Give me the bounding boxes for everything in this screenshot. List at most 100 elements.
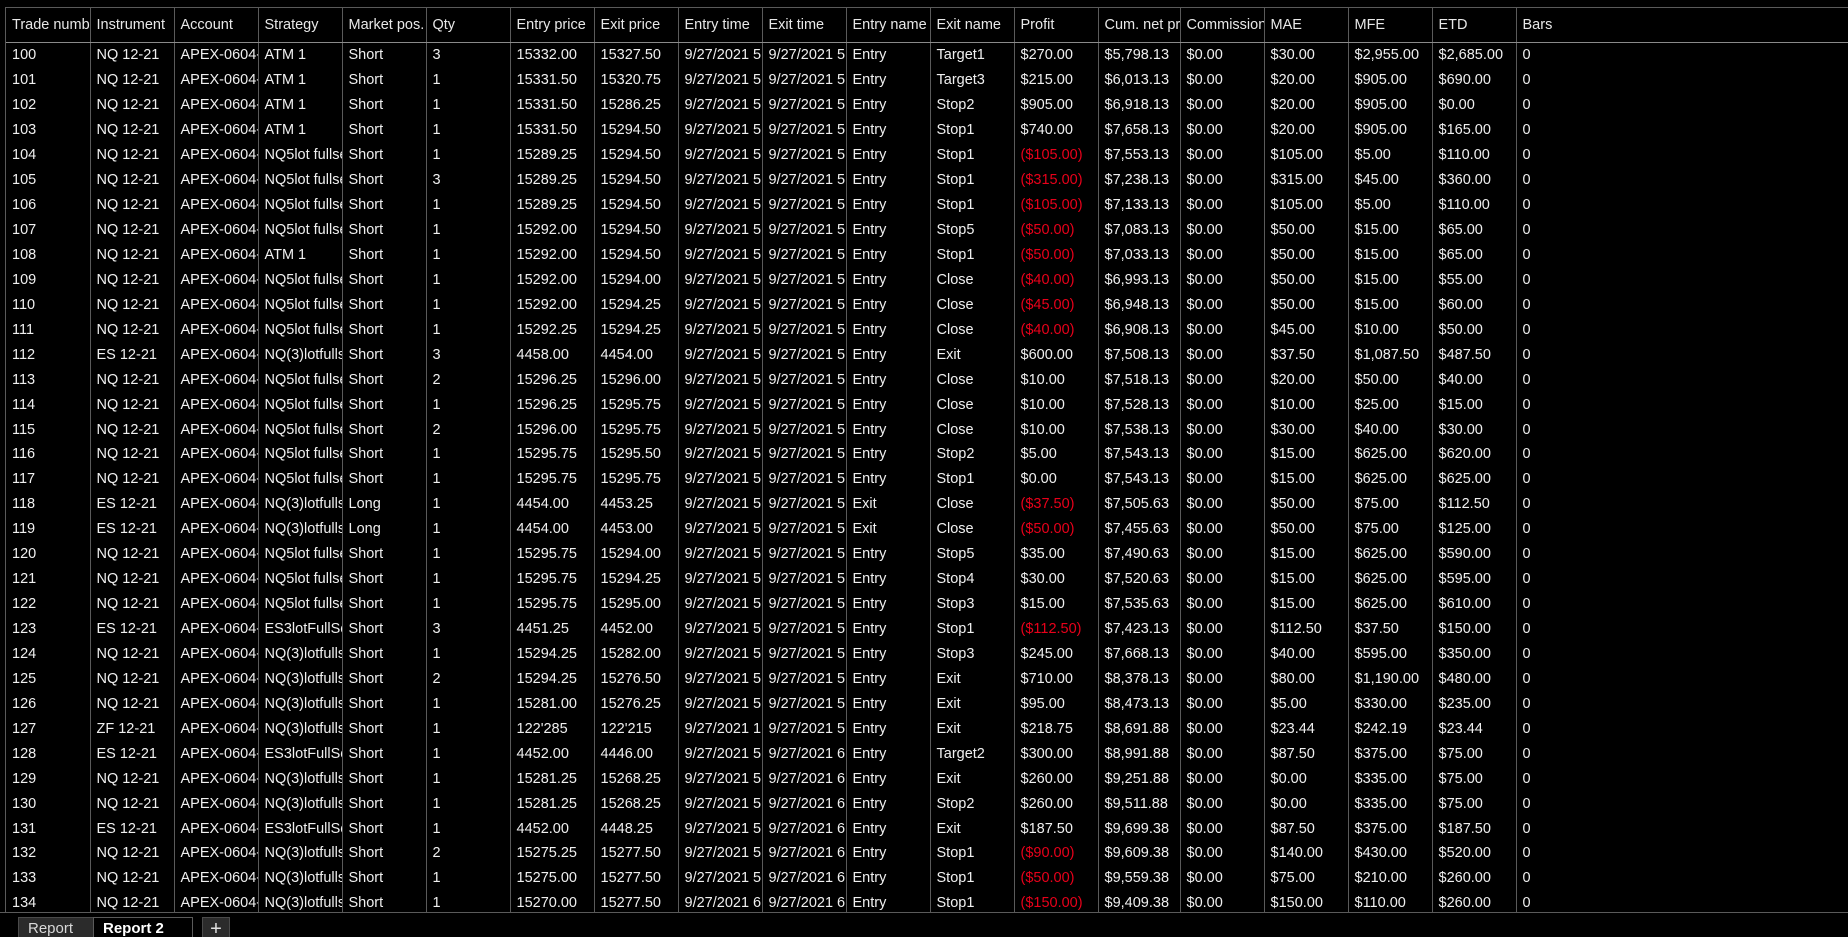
cell-entry-time: 9/27/2021 5:5 xyxy=(678,791,763,817)
cell-profit: ($112.50) xyxy=(1014,616,1099,642)
cell-mae: $87.50 xyxy=(1264,741,1349,767)
table-row[interactable]: 117NQ 12-21APEX-0604-2NQ5lot fullseShort… xyxy=(6,466,1848,492)
cell-position: Short xyxy=(342,192,427,218)
cell-exit-price: 15295.75 xyxy=(594,417,679,442)
table-row[interactable]: 130NQ 12-21APEX-0604-2NQ(3)lotfullsShort… xyxy=(6,791,1848,817)
table-row[interactable]: 123ES 12-21APEX-0604-2ES3lotFullSeShort3… xyxy=(6,616,1848,642)
cell-bars: 0 xyxy=(1516,267,1848,293)
table-row[interactable]: 124NQ 12-21APEX-0604-2NQ(3)lotfullsShort… xyxy=(6,641,1848,667)
table-row[interactable]: 103NQ 12-21APEX-0604-2ATM 1Short115331.5… xyxy=(6,117,1848,143)
table-row[interactable]: 131ES 12-21APEX-0604-2ES3lotFullSeShort1… xyxy=(6,816,1848,841)
cell-profit: $187.50 xyxy=(1014,816,1099,841)
table-row[interactable]: 104NQ 12-21APEX-0604-2NQ5lot fullseShort… xyxy=(6,142,1848,168)
column-header-strategy[interactable]: Strategy xyxy=(258,8,343,43)
cell-exit-price: 15294.50 xyxy=(594,142,679,168)
column-header-exit-price[interactable]: Exit price xyxy=(594,8,679,43)
table-row[interactable]: 128ES 12-21APEX-0604-2ES3lotFullSeShort1… xyxy=(6,741,1848,767)
cell-position: Short xyxy=(342,791,427,817)
column-header-trade[interactable]: Trade number xyxy=(6,8,91,43)
table-row[interactable]: 112ES 12-21APEX-0604-2NQ(3)lotfullseShor… xyxy=(6,342,1848,368)
column-header-entry-price[interactable]: Entry price xyxy=(510,8,595,43)
trades-grid-viewport[interactable]: Trade numberInstrumentAccountStrategyMar… xyxy=(5,7,1848,913)
cell-entry-name: Entry xyxy=(846,841,931,866)
cell-exit-name: Close xyxy=(930,516,1015,542)
table-row[interactable]: 118ES 12-21APEX-0604-2NQ(3)lotfullsLong1… xyxy=(6,491,1848,517)
table-row[interactable]: 100NQ 12-21APEX-0604-2ATM 1Short315332.0… xyxy=(6,42,1848,68)
table-row[interactable]: 126NQ 12-21APEX-0604-2NQ(3)lotfullsShort… xyxy=(6,691,1848,717)
cell-cum: $9,609.38 xyxy=(1098,841,1181,866)
table-row[interactable]: 134NQ 12-21APEX-0604-2NQ(3)lotfullsShort… xyxy=(6,890,1848,913)
column-header-bars[interactable]: Bars xyxy=(1516,8,1848,43)
cell-profit: $35.00 xyxy=(1014,541,1099,567)
table-row[interactable]: 109NQ 12-21APEX-0604-2NQ5lot fullseShort… xyxy=(6,267,1848,293)
table-row[interactable]: 116NQ 12-21APEX-0604-2NQ5lot fullseShort… xyxy=(6,442,1848,467)
cell-exit-name: Exit xyxy=(930,666,1015,692)
column-header-exit-time[interactable]: Exit time xyxy=(762,8,847,43)
table-row[interactable]: 129NQ 12-21APEX-0604-2NQ(3)lotfullsShort… xyxy=(6,766,1848,792)
cell-strategy: NQ(3)lotfullse xyxy=(258,342,343,368)
table-row[interactable]: 120NQ 12-21APEX-0604-2NQ5lot fullseShort… xyxy=(6,541,1848,567)
column-header-exit-name[interactable]: Exit name xyxy=(930,8,1015,43)
cell-entry-price: 15289.25 xyxy=(510,192,595,218)
cell-strategy: ATM 1 xyxy=(258,67,343,93)
cell-commission: $0.00 xyxy=(1180,417,1265,442)
table-row[interactable]: 122NQ 12-21APEX-0604-2NQ5lot fullseShort… xyxy=(6,591,1848,617)
cell-profit: ($315.00) xyxy=(1014,167,1099,193)
cell-account: APEX-0604-2 xyxy=(174,42,259,68)
column-header-qty[interactable]: Qty xyxy=(426,8,511,43)
table-row[interactable]: 102NQ 12-21APEX-0604-2ATM 1Short115331.5… xyxy=(6,92,1848,118)
tab-report-2[interactable]: Report 2 xyxy=(93,917,193,937)
cell-cum: $6,993.13 xyxy=(1098,267,1181,293)
cell-qty: 1 xyxy=(426,292,511,318)
cell-mae: $20.00 xyxy=(1264,92,1349,118)
column-header-instrument[interactable]: Instrument xyxy=(90,8,175,43)
cell-commission: $0.00 xyxy=(1180,816,1265,841)
cell-entry-price: 15275.25 xyxy=(510,841,595,866)
cell-qty: 1 xyxy=(426,791,511,817)
cell-bars: 0 xyxy=(1516,641,1848,667)
table-row[interactable]: 121NQ 12-21APEX-0604-2NQ5lot fullseShort… xyxy=(6,566,1848,592)
cell-trade: 133 xyxy=(6,865,91,891)
tab-report[interactable]: Report xyxy=(18,917,94,937)
table-row[interactable]: 106NQ 12-21APEX-0604-2NQ5lot fullseShort… xyxy=(6,192,1848,218)
table-row[interactable]: 110NQ 12-21APEX-0604-2NQ5lot fullseShort… xyxy=(6,292,1848,318)
column-header-cum[interactable]: Cum. net profit xyxy=(1098,8,1181,43)
column-header-mae[interactable]: MAE xyxy=(1264,8,1349,43)
table-row[interactable]: 107NQ 12-21APEX-0604-2NQ5lot fullseShort… xyxy=(6,217,1848,243)
column-header-commission[interactable]: Commission xyxy=(1180,8,1265,43)
cell-entry-time: 9/27/2021 5:4 xyxy=(678,641,763,667)
table-row[interactable]: 101NQ 12-21APEX-0604-2ATM 1Short115331.5… xyxy=(6,67,1848,93)
table-row[interactable]: 132NQ 12-21APEX-0604-2NQ(3)lotfullsShort… xyxy=(6,841,1848,866)
cell-commission: $0.00 xyxy=(1180,791,1265,817)
cell-commission: $0.00 xyxy=(1180,865,1265,891)
column-header-entry-name[interactable]: Entry name xyxy=(846,8,931,43)
column-header-position[interactable]: Market pos. xyxy=(342,8,427,43)
table-row[interactable]: 115NQ 12-21APEX-0604-2NQ5lot fullseShort… xyxy=(6,417,1848,442)
cell-exit-name: Stop5 xyxy=(930,217,1015,243)
column-header-entry-time[interactable]: Entry time xyxy=(678,8,763,43)
column-header-profit[interactable]: Profit xyxy=(1014,8,1099,43)
cell-exit-name: Stop1 xyxy=(930,142,1015,168)
table-row[interactable]: 133NQ 12-21APEX-0604-2NQ(3)lotfullsShort… xyxy=(6,865,1848,891)
table-row[interactable]: 119ES 12-21APEX-0604-2NQ(3)lotfullsLong1… xyxy=(6,516,1848,542)
cell-etd: $235.00 xyxy=(1432,691,1517,717)
cell-cum: $7,535.63 xyxy=(1098,591,1181,617)
column-header-etd[interactable]: ETD xyxy=(1432,8,1517,43)
table-row[interactable]: 127ZF 12-21APEX-0604-2NQ(3)lotfullsShort… xyxy=(6,716,1848,742)
cell-qty: 1 xyxy=(426,716,511,742)
cell-qty: 2 xyxy=(426,841,511,866)
cell-mfe: $430.00 xyxy=(1348,841,1433,866)
add-tab-button[interactable]: + xyxy=(202,917,230,937)
column-header-account[interactable]: Account xyxy=(174,8,259,43)
cell-exit-time: 9/27/2021 5:3 xyxy=(762,417,847,442)
cell-account: APEX-0604-2 xyxy=(174,67,259,93)
table-row[interactable]: 105NQ 12-21APEX-0604-2NQ5lot fullseShort… xyxy=(6,167,1848,193)
cell-profit: ($50.00) xyxy=(1014,217,1099,243)
table-row[interactable]: 125NQ 12-21APEX-0604-2NQ(3)lotfullsShort… xyxy=(6,666,1848,692)
column-header-mfe[interactable]: MFE xyxy=(1348,8,1433,43)
cell-mfe: $1,087.50 xyxy=(1348,342,1433,368)
table-row[interactable]: 114NQ 12-21APEX-0604-2NQ5lot fullseShort… xyxy=(6,392,1848,418)
table-row[interactable]: 111NQ 12-21APEX-0604-2NQ5lot fullseShort… xyxy=(6,317,1848,343)
table-row[interactable]: 108NQ 12-21APEX-0604-2ATM 1Short115292.0… xyxy=(6,242,1848,268)
table-row[interactable]: 113NQ 12-21APEX-0604-2NQ5lot fullseShort… xyxy=(6,367,1848,393)
